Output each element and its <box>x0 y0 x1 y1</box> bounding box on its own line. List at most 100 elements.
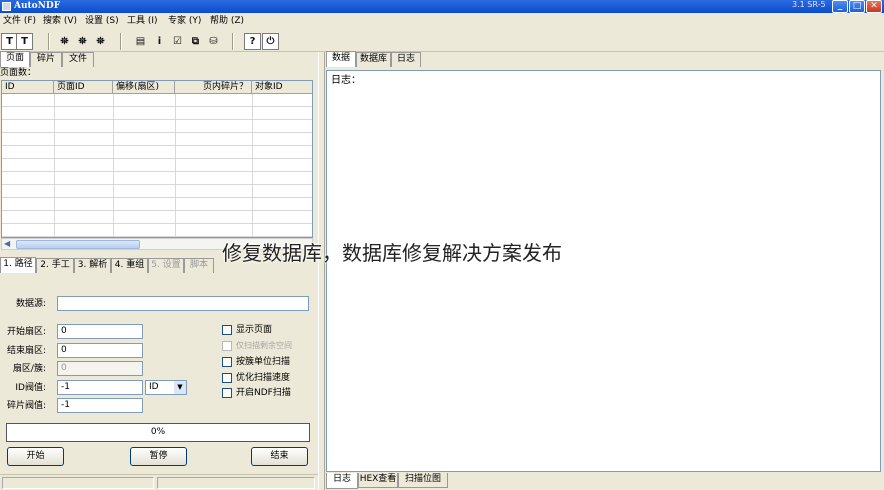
table-row[interactable] <box>2 198 312 211</box>
scan-by-cluster-checkbox[interactable] <box>222 357 232 367</box>
binoculars-ndf-icon[interactable]: ⛯ <box>74 33 91 50</box>
column-header[interactable]: 页面ID <box>54 81 113 94</box>
table-row[interactable] <box>2 94 312 107</box>
toolbar-separator <box>48 33 50 50</box>
pages-table[interactable]: ID 页面ID 偏移(扇区) 页内碎片？ 对象ID <box>1 80 313 238</box>
scroll-left-icon[interactable]: ◀ <box>4 239 10 249</box>
tab-files[interactable]: 文件 <box>62 52 94 67</box>
column-header[interactable]: 对象ID <box>252 81 312 94</box>
app-icon <box>2 2 11 11</box>
tab-log-view[interactable]: 日志 <box>326 473 358 489</box>
status-cell <box>157 477 315 489</box>
status-cell <box>2 477 154 489</box>
tab-script[interactable]: 脚本 <box>184 258 214 273</box>
id-threshold-input[interactable]: -1 <box>57 380 143 395</box>
checkbox-icon[interactable]: ☑ <box>169 33 186 50</box>
end-sector-input[interactable]: 0 <box>57 343 143 358</box>
tab-database[interactable]: 数据库 <box>356 52 391 67</box>
id-type-value: ID <box>149 382 159 392</box>
table-row[interactable] <box>2 224 312 237</box>
menu-settings[interactable]: 设置 (S) <box>85 15 119 27</box>
menu-help[interactable]: 帮助 (Z) <box>210 15 244 27</box>
tab-data[interactable]: 数据 <box>326 51 356 67</box>
maximize-button[interactable]: □ <box>849 0 865 13</box>
table-row[interactable] <box>2 107 312 120</box>
tab-scan-bitmap[interactable]: 扫描位图 <box>398 473 448 488</box>
status-bar <box>0 474 318 490</box>
power-icon[interactable]: ⏻ <box>262 33 279 50</box>
scan-by-cluster-label: 按簇单位扫描 <box>236 357 291 367</box>
tab-path[interactable]: 1. 路径 <box>0 257 36 273</box>
tab-fragments[interactable]: 碎片 <box>30 52 62 67</box>
help-icon[interactable]: ? <box>244 33 261 50</box>
tab-parse[interactable]: 3. 解析 <box>74 258 111 273</box>
list-icon[interactable]: ▤ <box>132 33 149 50</box>
column-header[interactable]: ID <box>2 81 54 94</box>
column-header[interactable]: 页内碎片？ <box>175 81 252 94</box>
column-header[interactable]: 偏移(扇区) <box>113 81 175 94</box>
end-sector-label: 结束扇区: <box>6 346 46 356</box>
show-pages-checkbox[interactable] <box>222 325 232 335</box>
log-panel[interactable]: 日志： <box>326 70 881 472</box>
tab-pages[interactable]: 页面 <box>0 51 30 67</box>
scan-free-space-checkbox[interactable] <box>222 341 232 351</box>
window-title: AutoNDF <box>14 1 61 11</box>
tab-hex-view[interactable]: HEX查看 <box>358 473 398 488</box>
text-bold-tool-icon[interactable]: T <box>16 33 33 50</box>
optimize-speed-label: 优化扫描速度 <box>236 373 291 383</box>
version-label: 3.1 SR-5 <box>792 0 826 9</box>
ndf-scan-checkbox[interactable] <box>222 388 232 398</box>
tab-settings[interactable]: 5. 设置 <box>148 258 184 273</box>
datasource-input[interactable] <box>57 296 309 311</box>
database-icon[interactable]: ⛁ <box>205 33 222 50</box>
chevron-down-icon[interactable]: ▼ <box>174 381 186 394</box>
table-row[interactable] <box>2 120 312 133</box>
close-button[interactable]: ✕ <box>866 0 882 13</box>
menu-search[interactable]: 搜索 (V) <box>43 15 77 27</box>
sectors-per-cluster-label: 扇区/簇: <box>12 364 46 374</box>
toolbar-separator <box>120 33 122 50</box>
show-pages-label: 显示页面 <box>236 325 273 335</box>
menu-bar: 文件 (F) 搜索 (V) 设置 (S) 工具 (I) 专家 (Y) 帮助 (Z… <box>0 13 884 30</box>
table-row[interactable] <box>2 185 312 198</box>
menu-tools[interactable]: 工具 (I) <box>127 15 158 27</box>
datasource-label: 数据源: <box>15 299 46 309</box>
table-row[interactable] <box>2 133 312 146</box>
title-bar: AutoNDF 3.1 SR-5 _ □ ✕ <box>0 0 884 13</box>
scan-free-space-label: 仅扫描剩余空间 <box>236 341 292 350</box>
start-button[interactable]: 开始 <box>7 447 64 466</box>
info-icon[interactable]: i <box>151 33 168 50</box>
copy-icon[interactable]: ⧉ <box>187 33 204 50</box>
page-count-label: 页面数： <box>0 68 37 78</box>
tab-log[interactable]: 日志 <box>391 52 421 67</box>
binoculars-icon[interactable]: ⛯ <box>92 33 109 50</box>
tab-manual[interactable]: 2. 手工 <box>36 258 74 273</box>
id-type-select[interactable]: ID ▼ <box>145 380 187 395</box>
sectors-per-cluster-input[interactable]: 0 <box>57 361 143 376</box>
menu-file[interactable]: 文件 (F) <box>3 15 36 27</box>
minimize-button[interactable]: _ <box>832 0 848 13</box>
start-sector-label: 开始扇区: <box>6 327 46 337</box>
progress-bar: 0% <box>6 423 310 442</box>
menu-expert[interactable]: 专家 (Y) <box>168 15 201 27</box>
ndf-scan-label: 开启NDF扫描 <box>236 388 291 398</box>
id-threshold-label: ID阀值: <box>15 383 46 393</box>
fragment-threshold-label: 碎片阀值: <box>6 401 46 411</box>
end-button[interactable]: 结束 <box>251 447 308 466</box>
table-row[interactable] <box>2 172 312 185</box>
optimize-speed-checkbox[interactable] <box>222 373 232 383</box>
pause-button[interactable]: 暂停 <box>130 447 187 466</box>
log-label: 日志： <box>331 75 361 86</box>
panel-splitter[interactable] <box>318 52 325 490</box>
start-sector-input[interactable]: 0 <box>57 324 143 339</box>
tab-rebuild[interactable]: 4. 重组 <box>111 258 148 273</box>
fragment-threshold-input[interactable]: -1 <box>57 398 143 413</box>
toolbar: T T ⛯ ⛯ ⛯ ▤ i ☑ ⧉ ⛁ ? ⏻ <box>0 30 884 52</box>
table-row[interactable] <box>2 146 312 159</box>
table-row[interactable] <box>2 211 312 224</box>
table-row[interactable] <box>2 159 312 172</box>
progress-text: 0% <box>150 427 166 437</box>
binoculars-sys-icon[interactable]: ⛯ <box>56 33 73 50</box>
scrollbar-thumb[interactable] <box>16 240 140 249</box>
toolbar-separator <box>232 33 234 50</box>
